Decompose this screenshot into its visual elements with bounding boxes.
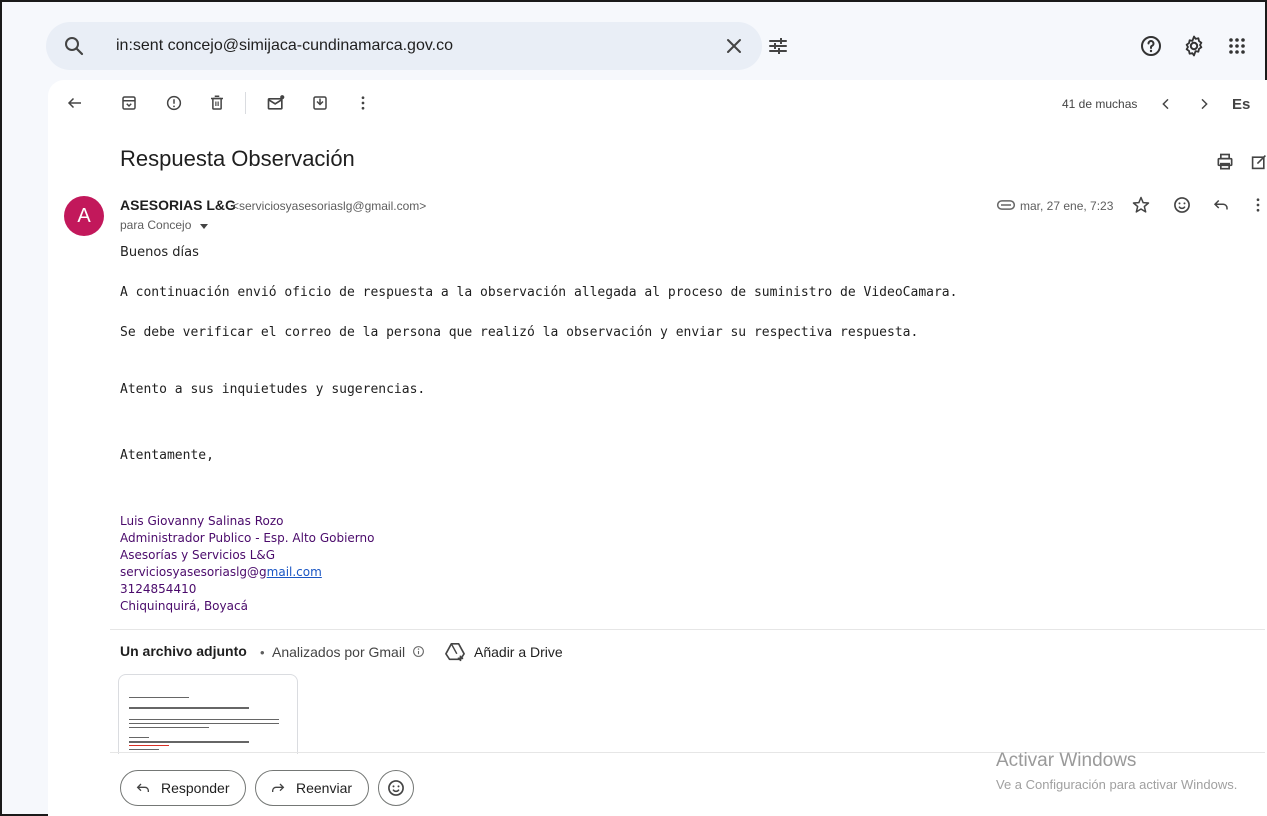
forward-arrow-icon xyxy=(272,783,285,792)
help-icon[interactable] xyxy=(1139,34,1163,58)
smiley-icon xyxy=(388,780,404,796)
app-window: 41 de muchas Es Respuesta Observación A … xyxy=(0,0,1267,816)
thumb-line xyxy=(129,741,249,743)
add-to-drive-icon[interactable] xyxy=(444,642,466,662)
input-language-selector[interactable]: Es xyxy=(1232,96,1250,113)
signature-title: Administrador Publico - Esp. Alto Gobier… xyxy=(120,531,375,545)
reply-button-label: Responder xyxy=(161,780,230,796)
apps-grid-icon[interactable] xyxy=(1225,34,1249,58)
thumb-line xyxy=(129,723,279,724)
open-new-window-icon[interactable] xyxy=(1251,152,1267,172)
sender-name[interactable]: ASESORIAS L&G xyxy=(120,197,236,213)
attachment-thumbnail[interactable] xyxy=(118,674,298,754)
chevron-left-icon[interactable] xyxy=(1158,96,1174,112)
attachment-paperclip-icon xyxy=(996,200,1016,210)
report-spam-icon[interactable] xyxy=(165,94,183,112)
star-icon[interactable] xyxy=(1131,195,1151,215)
thumb-line xyxy=(129,719,279,720)
reply-button[interactable]: Responder xyxy=(120,770,246,806)
search-input[interactable] xyxy=(116,32,676,60)
info-icon[interactable] xyxy=(412,645,425,658)
signature-city: Chiquinquirá, Boyacá xyxy=(120,599,248,613)
body-paragraph-3: Atento a sus inquietudes y sugerencias. xyxy=(120,382,426,397)
thumb-line xyxy=(129,737,149,738)
sender-email: <serviciosyasesoriaslg@gmail.com> xyxy=(232,199,427,213)
print-icon[interactable] xyxy=(1215,152,1235,172)
mark-unread-icon[interactable] xyxy=(266,93,286,113)
archive-icon[interactable] xyxy=(120,94,138,112)
emoji-react-button[interactable] xyxy=(378,770,414,806)
signature-phone: 3124854410 xyxy=(120,582,197,596)
search-bar[interactable] xyxy=(46,22,787,70)
recipient-label: para Concejo xyxy=(120,218,192,232)
reply-icon[interactable] xyxy=(1212,196,1230,214)
signature-name: Luis Giovanny Salinas Rozo xyxy=(120,514,284,528)
more-vert-icon[interactable] xyxy=(354,94,372,112)
attachments-divider xyxy=(110,629,1265,630)
chevron-down-icon[interactable] xyxy=(199,221,209,231)
attachments-title: Un archivo adjunto xyxy=(120,643,247,659)
body-greeting: Buenos días xyxy=(120,245,199,260)
add-to-drive-button[interactable]: Añadir a Drive xyxy=(474,644,563,660)
sender-avatar[interactable]: A xyxy=(64,196,104,236)
clear-search-icon[interactable] xyxy=(722,34,746,58)
attachments-scan-status: Analizados por Gmail xyxy=(272,644,425,660)
signature-email-link[interactable]: mail.com xyxy=(267,565,322,579)
add-to-tasks-icon[interactable] xyxy=(311,94,329,112)
emoji-reaction-icon[interactable] xyxy=(1172,195,1192,215)
signature-company: Asesorías y Servicios L&G xyxy=(120,548,276,562)
reply-arrow-icon xyxy=(136,783,149,792)
thumb-line xyxy=(129,727,209,728)
forward-button-label: Reenviar xyxy=(296,780,353,796)
signature-email-prefix: serviciosyasesoriaslg@g xyxy=(120,565,267,579)
search-icon[interactable] xyxy=(62,34,86,58)
message-count: 41 de muchas xyxy=(1062,97,1138,111)
windows-activation-title: Activar Windows xyxy=(996,750,1137,771)
email-subject: Respuesta Observación xyxy=(120,146,355,171)
back-arrow-icon[interactable] xyxy=(66,94,84,112)
scan-status-label: Analizados por Gmail xyxy=(272,644,406,660)
toolbar-divider xyxy=(245,92,246,114)
thumb-line xyxy=(129,707,249,709)
thumb-line xyxy=(129,749,159,750)
thumb-red-line xyxy=(129,745,169,746)
body-paragraph-2: Se debe verificar el correo de la person… xyxy=(120,325,919,340)
delete-trash-icon[interactable] xyxy=(208,94,226,112)
search-options-icon[interactable] xyxy=(766,34,790,58)
signature-email: serviciosyasesoriaslg@gmail.com xyxy=(120,565,322,579)
body-closing: Atentamente, xyxy=(120,448,214,463)
forward-button[interactable]: Reenviar xyxy=(255,770,369,806)
recipient-line[interactable]: para Concejo xyxy=(120,218,209,232)
message-date: mar, 27 ene, 7:23 xyxy=(1020,199,1114,213)
chevron-right-icon[interactable] xyxy=(1196,96,1212,112)
message-more-icon[interactable] xyxy=(1252,196,1264,214)
attachments-separator: • xyxy=(260,645,265,660)
body-paragraph-1: A continuación envió oficio de respuesta… xyxy=(120,285,958,300)
settings-gear-icon[interactable] xyxy=(1182,34,1206,58)
windows-activation-subtitle: Ve a Configuración para activar Windows. xyxy=(996,777,1238,792)
thumb-line xyxy=(129,697,189,698)
